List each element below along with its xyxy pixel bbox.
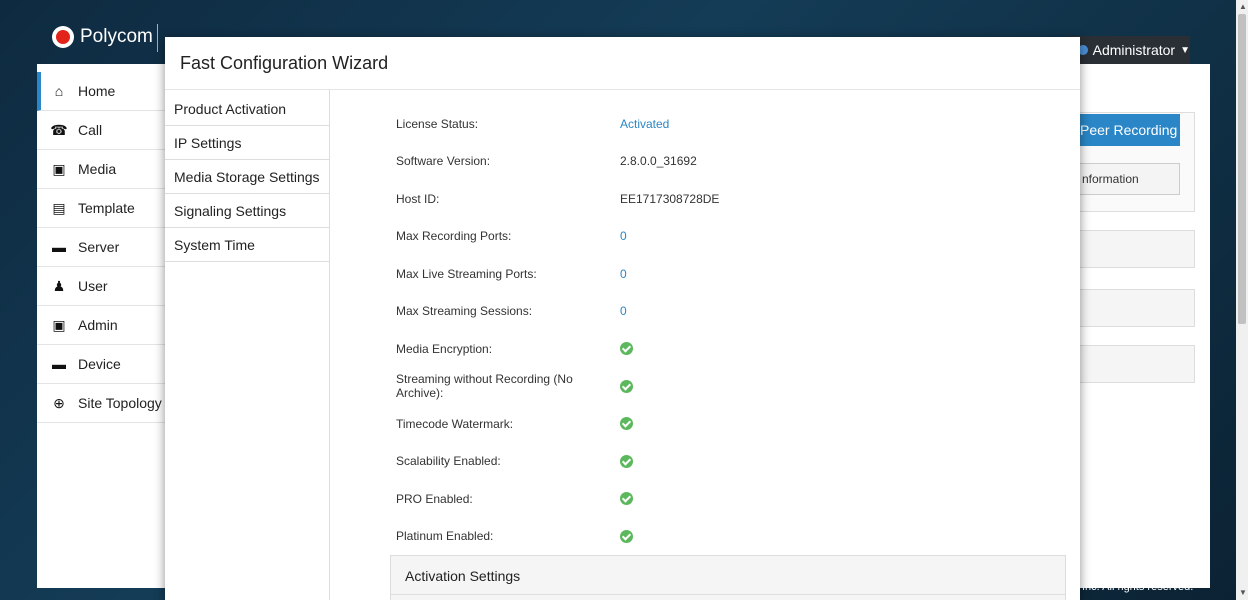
wizard-nav-divider xyxy=(329,90,330,600)
dialog-header-divider xyxy=(165,89,1080,90)
check-circle-icon xyxy=(620,342,633,356)
right-panel-box xyxy=(1078,230,1195,268)
check-circle-icon xyxy=(620,417,633,431)
info-row-max-streaming-sessions: Max Streaming Sessions: 0 xyxy=(396,293,1056,331)
wizard-nav: Product Activation IP Settings Media Sto… xyxy=(165,92,329,262)
home-icon: ⌂ xyxy=(54,83,64,99)
info-label: PRO Enabled: xyxy=(396,491,473,506)
info-row-timecode-watermark: Timecode Watermark: xyxy=(396,405,1056,443)
info-label: Media Encryption: xyxy=(396,341,493,356)
right-panel-box xyxy=(1078,345,1195,383)
fast-configuration-wizard-dialog: Fast Configuration Wizard Product Activa… xyxy=(165,37,1080,600)
sidebar-item-call[interactable]: ☎ Call xyxy=(37,111,165,150)
sidebar-item-home[interactable]: ⌂ Home xyxy=(37,72,165,111)
sidebar-item-label: Device xyxy=(78,356,121,372)
info-row-streaming-without-recording: Streaming without Recording (No Archive)… xyxy=(396,368,1056,406)
software-version-value: 2.8.0.0_31692 xyxy=(620,154,697,169)
wizard-step-signaling-settings[interactable]: Signaling Settings xyxy=(165,194,329,228)
check-circle-icon xyxy=(620,379,633,393)
server-icon: ▬ xyxy=(52,239,66,255)
max-recording-ports-link[interactable]: 0 xyxy=(620,229,627,243)
copyright-text: Inc. All rights reserved. xyxy=(1082,581,1194,593)
sidebar-item-label: Call xyxy=(78,122,103,138)
template-icon: ▤ xyxy=(52,199,66,216)
info-row-media-encryption: Media Encryption: xyxy=(396,330,1056,368)
logo-text: Polycom xyxy=(80,26,153,47)
sidebar-item-site-topology[interactable]: ⊕ Site Topology xyxy=(37,384,165,423)
sidebar: ⌂ Home ☎ Call ▣ Media ▤ Template ▬ Serve… xyxy=(37,72,165,423)
right-panel-box xyxy=(1078,289,1195,327)
panel-divider xyxy=(391,594,1065,595)
peer-recording-button[interactable]: Peer Recording xyxy=(1078,114,1180,146)
logo-separator xyxy=(157,24,158,52)
license-status-link[interactable]: Activated xyxy=(620,117,669,131)
sidebar-item-device[interactable]: ▬ Device xyxy=(37,345,165,384)
sidebar-item-label: Media xyxy=(78,161,117,177)
activation-settings-panel: Activation Settings xyxy=(390,555,1066,600)
wizard-step-system-time[interactable]: System Time xyxy=(165,228,329,262)
info-row-max-recording-ports: Max Recording Ports: 0 xyxy=(396,218,1056,256)
sidebar-item-media[interactable]: ▣ Media xyxy=(37,150,165,189)
info-label: Software Version: xyxy=(396,154,491,169)
wizard-step-product-activation[interactable]: Product Activation xyxy=(165,92,329,126)
dialog-title: Fast Configuration Wizard xyxy=(180,53,389,73)
scroll-up-icon[interactable]: ▲ xyxy=(1239,2,1247,11)
max-live-streaming-ports-link[interactable]: 0 xyxy=(620,267,627,281)
scrollbar-thumb[interactable] xyxy=(1238,14,1246,324)
sidebar-item-label: Server xyxy=(78,239,120,255)
info-label: Max Live Streaming Ports: xyxy=(396,266,537,281)
phone-icon: ☎ xyxy=(50,121,68,138)
film-icon: ▣ xyxy=(52,160,66,177)
check-circle-icon xyxy=(620,492,633,506)
scroll-down-icon[interactable]: ▼ xyxy=(1239,588,1247,597)
info-row-software-version: Software Version: 2.8.0.0_31692 xyxy=(396,143,1056,181)
info-label: Streaming without Recording (No Archive)… xyxy=(396,372,573,401)
sidebar-item-server[interactable]: ▬ Server xyxy=(37,228,165,267)
wizard-step-media-storage-settings[interactable]: Media Storage Settings xyxy=(165,160,329,194)
info-row-scalability-enabled: Scalability Enabled: xyxy=(396,443,1056,481)
info-row-license-status: License Status: Activated xyxy=(396,105,1056,143)
info-row-host-id: Host ID: EE1717308728DE xyxy=(396,180,1056,218)
user-icon: ♟ xyxy=(52,277,66,294)
check-circle-icon xyxy=(620,454,633,468)
info-row-max-live-streaming-ports: Max Live Streaming Ports: 0 xyxy=(396,255,1056,293)
info-label: Max Streaming Sessions: xyxy=(396,304,533,319)
license-info: License Status: Activated Software Versi… xyxy=(396,105,1056,555)
host-id-value: EE1717308728DE xyxy=(620,191,720,206)
sidebar-item-label: Admin xyxy=(78,317,118,333)
globe-icon: ⊕ xyxy=(53,394,65,411)
info-row-pro-enabled: PRO Enabled: xyxy=(396,480,1056,518)
max-streaming-sessions-link[interactable]: 0 xyxy=(620,304,627,318)
info-label: Timecode Watermark: xyxy=(396,416,514,431)
sidebar-item-label: User xyxy=(78,278,108,294)
sidebar-item-label: Site Topology xyxy=(78,395,162,411)
user-menu-label: Administrator xyxy=(1092,42,1176,58)
user-menu-button[interactable]: Administrator ▼ xyxy=(1068,36,1190,64)
polycom-logo-icon xyxy=(52,26,74,48)
sidebar-item-label: Home xyxy=(78,83,116,99)
info-label: Platinum Enabled: xyxy=(396,529,494,544)
admin-icon: ▣ xyxy=(52,316,66,333)
activation-settings-heading[interactable]: Activation Settings xyxy=(405,568,520,584)
info-row-platinum-enabled: Platinum Enabled: xyxy=(396,518,1056,556)
sidebar-item-label: Template xyxy=(78,200,135,216)
info-label: Max Recording Ports: xyxy=(396,229,512,244)
polycom-logo[interactable]: Polycom xyxy=(52,26,153,48)
information-button[interactable]: nformation xyxy=(1078,163,1180,195)
device-icon: ▬ xyxy=(52,356,66,372)
info-label: Scalability Enabled: xyxy=(396,454,501,469)
sidebar-item-admin[interactable]: ▣ Admin xyxy=(37,306,165,345)
sidebar-item-template[interactable]: ▤ Template xyxy=(37,189,165,228)
check-circle-icon xyxy=(620,529,633,543)
sidebar-item-user[interactable]: ♟ User xyxy=(37,267,165,306)
caret-down-icon: ▼ xyxy=(1180,44,1190,56)
info-label: License Status: xyxy=(396,116,479,131)
info-label: Host ID: xyxy=(396,191,440,206)
wizard-step-ip-settings[interactable]: IP Settings xyxy=(165,126,329,160)
